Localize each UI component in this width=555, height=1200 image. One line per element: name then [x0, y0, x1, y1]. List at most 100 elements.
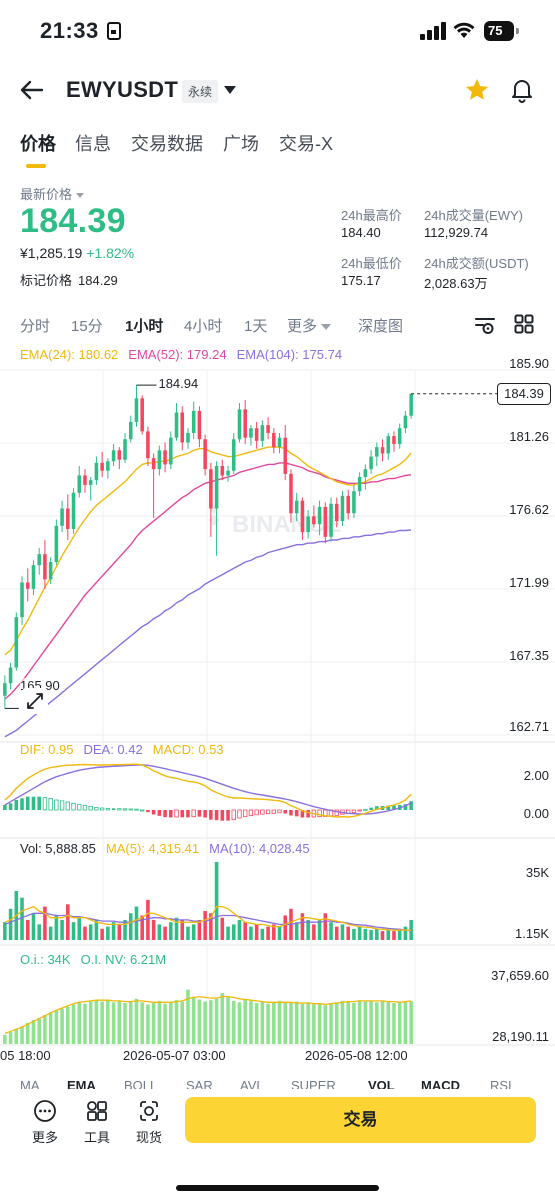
current-price-tag: 184.39 [497, 382, 551, 405]
open-interest-bar [352, 1003, 356, 1044]
spot-tool[interactable]: 现货 [129, 1099, 169, 1146]
volume-bar [249, 926, 253, 940]
open-interest-bar [249, 1000, 253, 1044]
macd-histogram-bar [99, 807, 105, 811]
volume-bar [88, 924, 93, 940]
tools-tool[interactable]: 工具 [77, 1099, 117, 1146]
candle-body [37, 554, 41, 566]
candle-body [94, 462, 99, 481]
candle-body [409, 393, 413, 416]
favorite-star-icon[interactable] [464, 77, 490, 103]
open-interest-bar [25, 1022, 30, 1044]
candle-body [191, 410, 196, 433]
candle-body [346, 495, 350, 514]
macd-histogram-bar [306, 810, 310, 818]
macd-histogram-bar [14, 800, 19, 810]
volume-bar [340, 924, 345, 940]
interval-1d[interactable]: 1天 [244, 315, 267, 336]
candle-body [157, 450, 162, 470]
symbol-dropdown-icon[interactable] [224, 86, 236, 94]
latest-price-label-row[interactable]: 最新价格 [20, 184, 85, 204]
interval-more[interactable]: 更多 [287, 315, 332, 336]
volume-bar [203, 911, 207, 940]
volume-bar [134, 906, 139, 940]
indicator-boll[interactable]: BOLL [124, 1078, 157, 1089]
indicator-avl[interactable]: AVL [240, 1078, 264, 1089]
macd-histogram-bar [140, 809, 145, 812]
candle-body [25, 582, 30, 589]
oi-legend: O.i.: 34K [20, 952, 71, 967]
open-interest-bar [254, 1003, 259, 1044]
interval-4h[interactable]: 4小时 [184, 315, 222, 336]
vol-ma5-line [4, 905, 412, 932]
open-interest-bar [111, 1002, 116, 1044]
low-24h-label: 24h最低价 [341, 256, 402, 271]
stats-col-2: 24h成交量(EWY) 112,929.74 24h成交额(USDT) 2,02… [424, 205, 529, 301]
volume-legend: Vol: 5,888.85 MA(5): 4,315.41 MA(10): 4,02… [20, 841, 320, 856]
chart-settings-icon[interactable] [474, 316, 496, 336]
volume-bar [403, 926, 408, 940]
trade-button[interactable]: 交易 [185, 1097, 536, 1143]
candle-body [283, 437, 288, 474]
macd-histogram-bar [283, 810, 288, 814]
volume-bar [60, 919, 64, 940]
cellular-signal-icon [420, 22, 446, 40]
indicator-vol[interactable]: VOL [368, 1078, 395, 1089]
interval-1h[interactable]: 1小时 [125, 315, 163, 336]
back-arrow-icon[interactable] [18, 76, 46, 104]
open-interest-bar [197, 999, 202, 1044]
tab-trade-x[interactable]: 交易-X [279, 130, 333, 156]
open-interest-bar [283, 1001, 288, 1044]
dif-legend: DIF: 0.95 [20, 742, 74, 757]
more-tool[interactable]: 更多 [25, 1099, 65, 1146]
time-label: 05 18:00 [0, 1048, 51, 1063]
more-caret-icon [321, 324, 332, 331]
fiat-price: ¥1,285.19 [20, 245, 83, 261]
open-interest-bar [300, 1003, 305, 1044]
high-24h-value: 184.40 [341, 225, 381, 240]
notification-bell-icon[interactable] [510, 77, 534, 103]
indicator-ma[interactable]: MA [20, 1078, 40, 1089]
open-interest-bar [226, 997, 230, 1044]
symbol-title[interactable]: EWYUSDT [66, 77, 178, 103]
tab-square[interactable]: 广场 [223, 130, 259, 156]
tab-price[interactable]: 价格 [20, 130, 56, 156]
macd-histogram-bar [157, 810, 162, 816]
candle-body [220, 466, 225, 476]
tab-trading-data[interactable]: 交易数据 [131, 130, 203, 156]
depth-chart-tab[interactable]: 深度图 [358, 315, 403, 336]
last-price: 184.39 [20, 202, 126, 240]
price-tick: 176.62 [509, 502, 549, 517]
macd-histogram-bar [237, 809, 242, 819]
fullscreen-expand-icon[interactable] [22, 688, 48, 714]
volume-bar [77, 917, 82, 940]
candle-body [317, 506, 322, 525]
ema-legend: EMA(24): 180.62 EMA(52): 179.24 EMA(104): … [20, 347, 352, 362]
indicator-macd[interactable]: MACD [421, 1078, 460, 1089]
open-interest-bar [369, 1000, 373, 1044]
volume-bar [186, 926, 190, 940]
tools-grid-icon [87, 1101, 107, 1121]
volume-bar [214, 862, 219, 940]
macd-histogram-bar [277, 809, 282, 814]
candle-body [214, 466, 219, 509]
tab-info[interactable]: 信息 [75, 130, 111, 156]
indicator-super[interactable]: SUPER [291, 1078, 336, 1089]
interval-15m[interactable]: 15分 [71, 315, 103, 336]
candle-body [243, 409, 247, 438]
interval-timeline[interactable]: 分时 [20, 315, 50, 336]
open-interest-bar [340, 1000, 345, 1044]
macd-histogram-bar [180, 810, 185, 818]
macd-histogram-bar [8, 803, 13, 810]
open-interest-bar [8, 1032, 13, 1044]
more-tool-label: 更多 [31, 1130, 58, 1145]
indicator-rsi[interactable]: RSI [490, 1078, 512, 1089]
indicator-ema[interactable]: EMA [67, 1078, 96, 1089]
candle-body [237, 409, 242, 440]
volume-bar [66, 904, 70, 940]
indicator-sar[interactable]: SAR [186, 1078, 213, 1089]
oi-nv-legend: O.I. NV: 6.21M [80, 952, 167, 967]
time-label: 2026-05-08 12:00 [305, 1048, 408, 1063]
layout-grid-icon[interactable] [514, 314, 534, 334]
macd-histogram-bar [82, 804, 88, 811]
